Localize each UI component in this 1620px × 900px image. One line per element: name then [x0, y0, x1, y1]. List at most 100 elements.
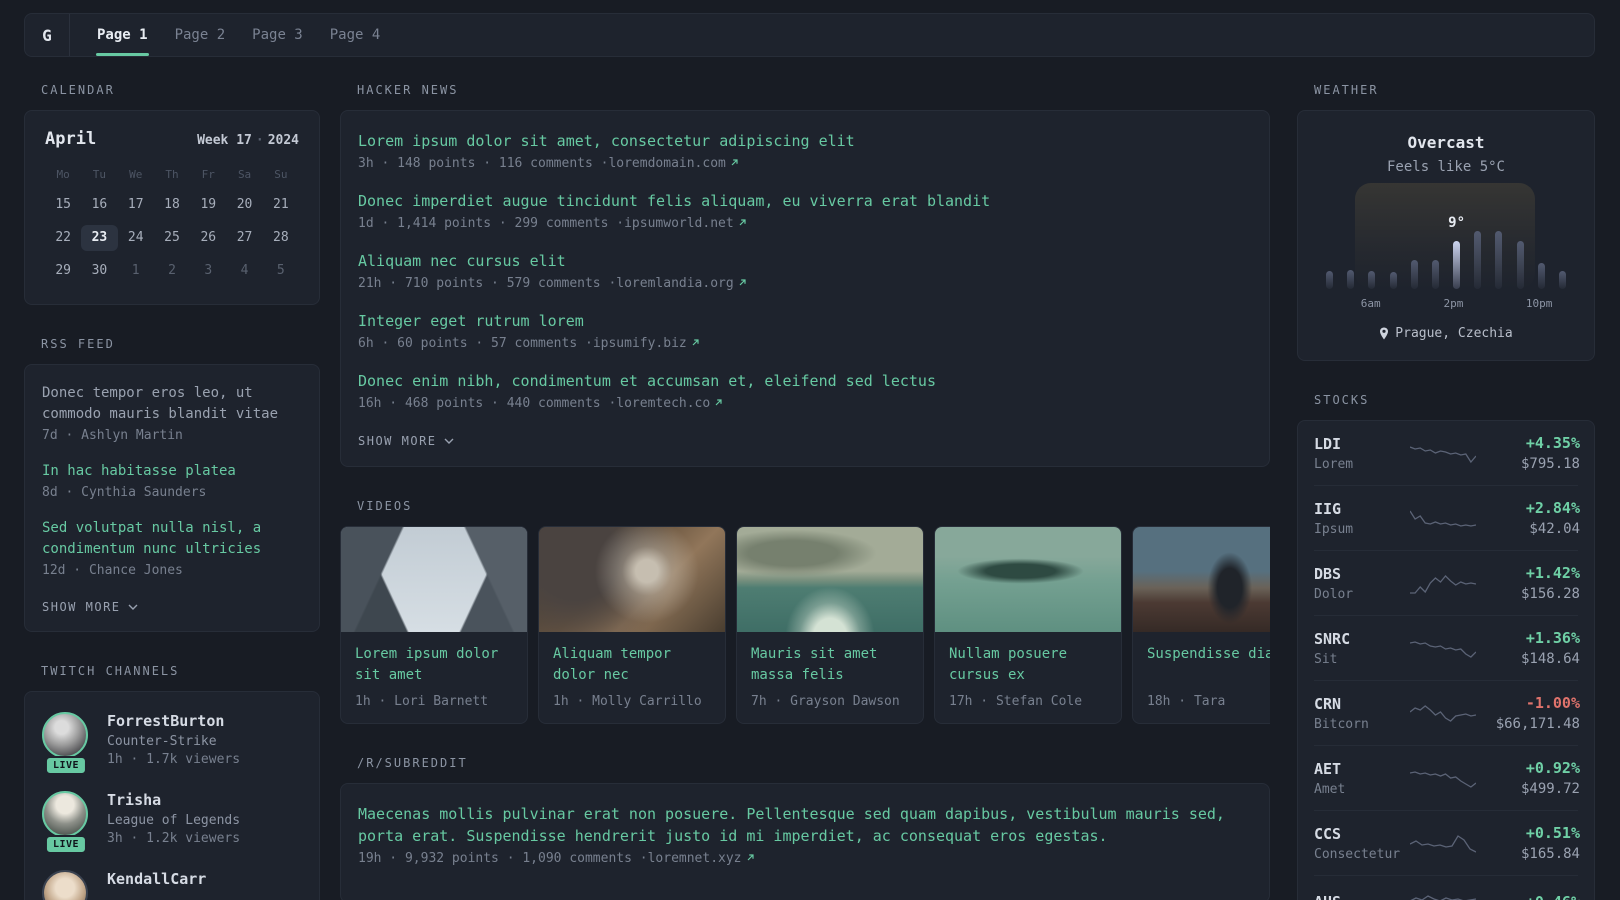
hackernews-item-domain[interactable]: loremlandia.org: [616, 276, 733, 291]
subreddit-post-stats: 19h · 9,932 points · 1,090 comments ·: [358, 851, 648, 866]
calendar-day-selected: 23: [81, 225, 118, 251]
stock-identity: CCS Consectetur: [1314, 825, 1410, 862]
rss-item-meta: 7d · Ashlyn Martin: [42, 428, 183, 443]
calendar-header: April Week 17 · 2024: [45, 129, 299, 149]
video-caption: Mauris sit amet massa felis 7h · Grayson …: [737, 632, 923, 723]
stock-row-iig[interactable]: IIG Ipsum +2.84% $42.04: [1314, 486, 1580, 551]
subreddit-post-meta: 19h · 9,932 points · 1,090 comments · lo…: [358, 851, 1252, 866]
rss-item-title[interactable]: In hac habitasse platea: [42, 461, 302, 482]
calendar-day: 25: [164, 230, 180, 245]
calendar-card: April Week 17 · 2024 Mo Tu We Th Fr Sa Su 15 16 17 1…: [24, 110, 320, 305]
video-title[interactable]: Mauris sit amet massa felis: [751, 644, 909, 686]
video-meta: 17h · Stefan Cole: [949, 694, 1083, 709]
hackernews-item-title[interactable]: Donec imperdiet augue tincidunt felis al…: [358, 190, 1252, 212]
weather-bar-cell: [1361, 271, 1382, 289]
stock-identity: DBS Dolor: [1314, 565, 1410, 602]
hackernews-item-domain[interactable]: ipsumworld.net: [624, 216, 734, 231]
calendar-day: 18: [164, 197, 180, 212]
twitch-channel-name[interactable]: KendallCarr: [107, 870, 206, 888]
stock-name: Lorem: [1314, 456, 1354, 472]
stock-quote: +2.84% $42.04: [1476, 499, 1580, 537]
twitch-channel-game: League of Legends: [107, 813, 241, 828]
hackernews-item: Donec enim nibh, condimentum et accumsan…: [358, 370, 1252, 411]
video-meta: 7h · Grayson Dawson: [751, 694, 900, 709]
stock-row-aet[interactable]: AET Amet +0.92% $499.72: [1314, 746, 1580, 811]
hackernews-item-title[interactable]: Donec enim nibh, condimentum et accumsan…: [358, 370, 1252, 392]
stock-sparkline: [1410, 570, 1476, 596]
middle-column: HACKER NEWS Lorem ipsum dolor sit amet, …: [340, 83, 1270, 900]
video-title[interactable]: Suspendisse diam: [1147, 644, 1270, 686]
stock-symbol: SNRC: [1314, 629, 1351, 648]
stock-price: $156.28: [1520, 586, 1580, 602]
video-card[interactable]: Nullam posuere cursus ex 17h · Stefan Col…: [934, 526, 1122, 724]
tab-page-4[interactable]: Page 4: [329, 14, 382, 56]
stock-identity: IIG Ipsum: [1314, 500, 1410, 537]
hackernews-item-title[interactable]: Lorem ipsum dolor sit amet, consectetur …: [358, 130, 1252, 152]
twitch-channel[interactable]: LIVE Trisha League of Legends 3h · 1.2k vie…: [42, 791, 302, 854]
stock-row-ccs[interactable]: CCS Consectetur +0.51% $165.84: [1314, 811, 1580, 876]
twitch-channel-info: KendallCarr: [107, 870, 206, 900]
videos-row: Lorem ipsum dolor sit amet consectetu… 1h…: [340, 526, 1270, 724]
video-card[interactable]: Lorem ipsum dolor sit amet consectetu… 1h…: [340, 526, 528, 724]
rss-item-title[interactable]: Donec tempor eros leo, ut commodo mauris…: [42, 383, 302, 425]
weather-bar: [1537, 263, 1545, 289]
live-badge: LIVE: [44, 835, 88, 854]
weather-hour-label: [1381, 297, 1402, 310]
video-title[interactable]: Nullam posuere cursus ex: [949, 644, 1107, 686]
weather-hour-label: [1552, 297, 1573, 310]
video-title[interactable]: Aliquam tempor dolor nec pharetra…: [553, 644, 711, 686]
video-card[interactable]: Mauris sit amet massa felis 7h · Grayson …: [736, 526, 924, 724]
video-card[interactable]: Suspendisse diam 18h · Tara: [1132, 526, 1270, 724]
rss-show-more-button[interactable]: SHOW MORE: [42, 600, 138, 614]
hackernews-item-domain[interactable]: loremdomain.com: [608, 156, 725, 171]
hackernews-item-meta: 21h · 710 points · 579 comments · loreml…: [358, 276, 1252, 291]
hackernews-item-domain[interactable]: ipsumify.biz: [593, 336, 687, 351]
hackernews-item-domain[interactable]: loremtech.co: [616, 396, 710, 411]
twitch-channel[interactable]: KendallCarr: [42, 870, 302, 900]
stock-row-dbs[interactable]: DBS Dolor +1.42% $156.28: [1314, 551, 1580, 616]
hackernews-show-more-button[interactable]: SHOW MORE: [358, 434, 454, 448]
tab-page-2[interactable]: Page 2: [174, 14, 227, 56]
right-column: WEATHER Overcast Feels like 5°C 9° 6am 2p…: [1297, 83, 1595, 900]
stocks-widget: STOCKS LDI Lorem +4.35% $795.18 IIG Ipsum +2.8…: [1297, 393, 1595, 900]
video-title[interactable]: Lorem ipsum dolor sit amet consectetu…: [355, 644, 513, 686]
external-link-icon: [730, 156, 739, 171]
subreddit-post-title[interactable]: Maecenas mollis pulvinar erat non posuer…: [358, 803, 1252, 847]
weather-bar-cell: [1383, 272, 1404, 289]
avatar: [42, 870, 88, 900]
stock-sparkline: [1410, 830, 1476, 856]
rss-item: In hac habitasse platea 8d · Cynthia Saun…: [42, 461, 302, 500]
hackernews-list: Lorem ipsum dolor sit amet, consectetur …: [358, 130, 1252, 411]
rss-item-title[interactable]: Sed volutpat nulla nisl, a condimentum n…: [42, 518, 302, 560]
stock-row-ahs[interactable]: AHS +0.46%: [1314, 876, 1580, 900]
twitch-channel-name[interactable]: ForrestBurton: [107, 712, 240, 730]
weather-bar-cell: [1425, 260, 1446, 289]
subreddit-post-domain[interactable]: loremnet.xyz: [648, 851, 742, 866]
hackernews-item-meta: 16h · 468 points · 440 comments · loremt…: [358, 396, 1252, 411]
stock-identity: AHS: [1314, 893, 1410, 900]
video-card[interactable]: Aliquam tempor dolor nec pharetra… 1h · M…: [538, 526, 726, 724]
stock-row-crn[interactable]: CRN Bitcorn -1.00% $66,171.48: [1314, 681, 1580, 746]
twitch-channel[interactable]: LIVE ForrestBurton Counter-Strike 1h · 1.7k…: [42, 712, 302, 775]
tab-page-3[interactable]: Page 3: [251, 14, 304, 56]
weather-hourly-chart: 9°: [1319, 183, 1573, 289]
calendar-day: 22: [55, 230, 71, 245]
avatar: [42, 791, 88, 837]
hackernews-item-title[interactable]: Integer eget rutrum lorem: [358, 310, 1252, 332]
stock-symbol: CRN: [1314, 694, 1342, 713]
stock-row-snrc[interactable]: SNRC Sit +1.36% $148.64: [1314, 616, 1580, 681]
stock-row-ldi[interactable]: LDI Lorem +4.35% $795.18: [1314, 421, 1580, 486]
app-logo[interactable]: G: [25, 14, 70, 56]
calendar-weekday-header: Su: [274, 168, 288, 181]
hackernews-item-title[interactable]: Aliquam nec cursus elit: [358, 250, 1252, 272]
stock-symbol: LDI: [1314, 434, 1342, 453]
hackernews-section-title: HACKER NEWS: [357, 83, 459, 97]
stock-sparkline: [1410, 700, 1476, 726]
weather-hour-label: [1464, 297, 1485, 310]
weather-hour-label: [1505, 297, 1526, 310]
tab-page-1[interactable]: Page 1: [96, 14, 149, 56]
twitch-channel-name[interactable]: Trisha: [107, 791, 240, 809]
stock-price: $499.72: [1520, 781, 1580, 797]
weather-bar: [1326, 271, 1334, 289]
subreddit-card: Maecenas mollis pulvinar erat non posuer…: [340, 783, 1270, 900]
